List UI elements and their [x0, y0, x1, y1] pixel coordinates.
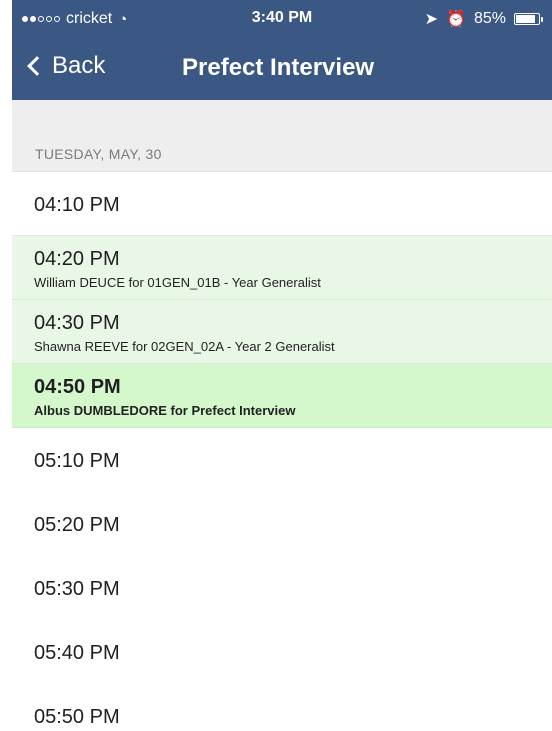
time-slot-row[interactable]: 05:10 PM — [12, 428, 552, 493]
slot-time: 05:10 PM — [34, 450, 120, 472]
status-bar: cricket ◔ 3:40 PM ➤ ⏰ 85% — [12, 0, 552, 34]
location-arrow-icon: ➤ — [424, 11, 439, 28]
time-slot-row[interactable]: 05:20 PM — [12, 492, 552, 557]
my-booking-row[interactable]: 04:50 PM Albus DUMBLEDORE for Prefect In… — [12, 364, 552, 428]
slot-time: 04:20 PM — [34, 248, 120, 270]
booked-slot-row[interactable]: 04:30 PM Shawna REEVE for 02GEN_02A - Ye… — [12, 300, 552, 364]
chevron-left-icon — [27, 56, 47, 76]
slot-booking-detail: William DEUCE for 01GEN_01B - Year Gener… — [34, 275, 321, 290]
phone-screen: cricket ◔ 3:40 PM ➤ ⏰ 85% Back Prefect I… — [12, 0, 552, 731]
slot-booking-detail: Albus DUMBLEDORE for Prefect Interview — [34, 403, 296, 418]
slot-time: 05:50 PM — [34, 706, 120, 728]
time-slot-row[interactable]: 05:50 PM — [12, 684, 552, 731]
date-label: TUESDAY, MAY, 30 — [35, 146, 162, 162]
page-title: Prefect Interview — [182, 54, 375, 81]
alarm-clock-icon: ⏰ — [446, 11, 466, 28]
slot-time: 04:50 PM — [34, 376, 121, 398]
header-spacer — [12, 100, 552, 130]
slot-booking-detail: Shawna REEVE for 02GEN_02A - Year 2 Gene… — [34, 339, 335, 354]
time-slot-row[interactable]: 05:40 PM — [12, 620, 552, 685]
date-section-header: TUESDAY, MAY, 30 — [12, 130, 552, 172]
navigation-bar: Back Prefect Interview — [12, 40, 552, 96]
slot-time: 05:40 PM — [34, 642, 120, 664]
battery-icon — [514, 13, 543, 25]
slot-time: 04:30 PM — [34, 312, 120, 334]
battery-percentage: 85% — [473, 10, 506, 27]
slot-time: 05:30 PM — [34, 578, 120, 600]
time-slot-row[interactable]: 04:10 PM — [12, 172, 552, 236]
slot-time: 04:10 PM — [34, 194, 120, 216]
back-label: Back — [52, 52, 106, 79]
top-bar: cricket ◔ 3:40 PM ➤ ⏰ 85% Back Prefect I… — [12, 0, 552, 100]
slot-time: 05:20 PM — [34, 514, 120, 536]
back-button[interactable]: Back — [24, 52, 105, 80]
time-slot-row[interactable]: 05:30 PM — [12, 556, 552, 621]
booked-slot-row[interactable]: 04:20 PM William DEUCE for 01GEN_01B - Y… — [12, 236, 552, 300]
status-right: ➤ ⏰ 85% — [424, 9, 543, 29]
